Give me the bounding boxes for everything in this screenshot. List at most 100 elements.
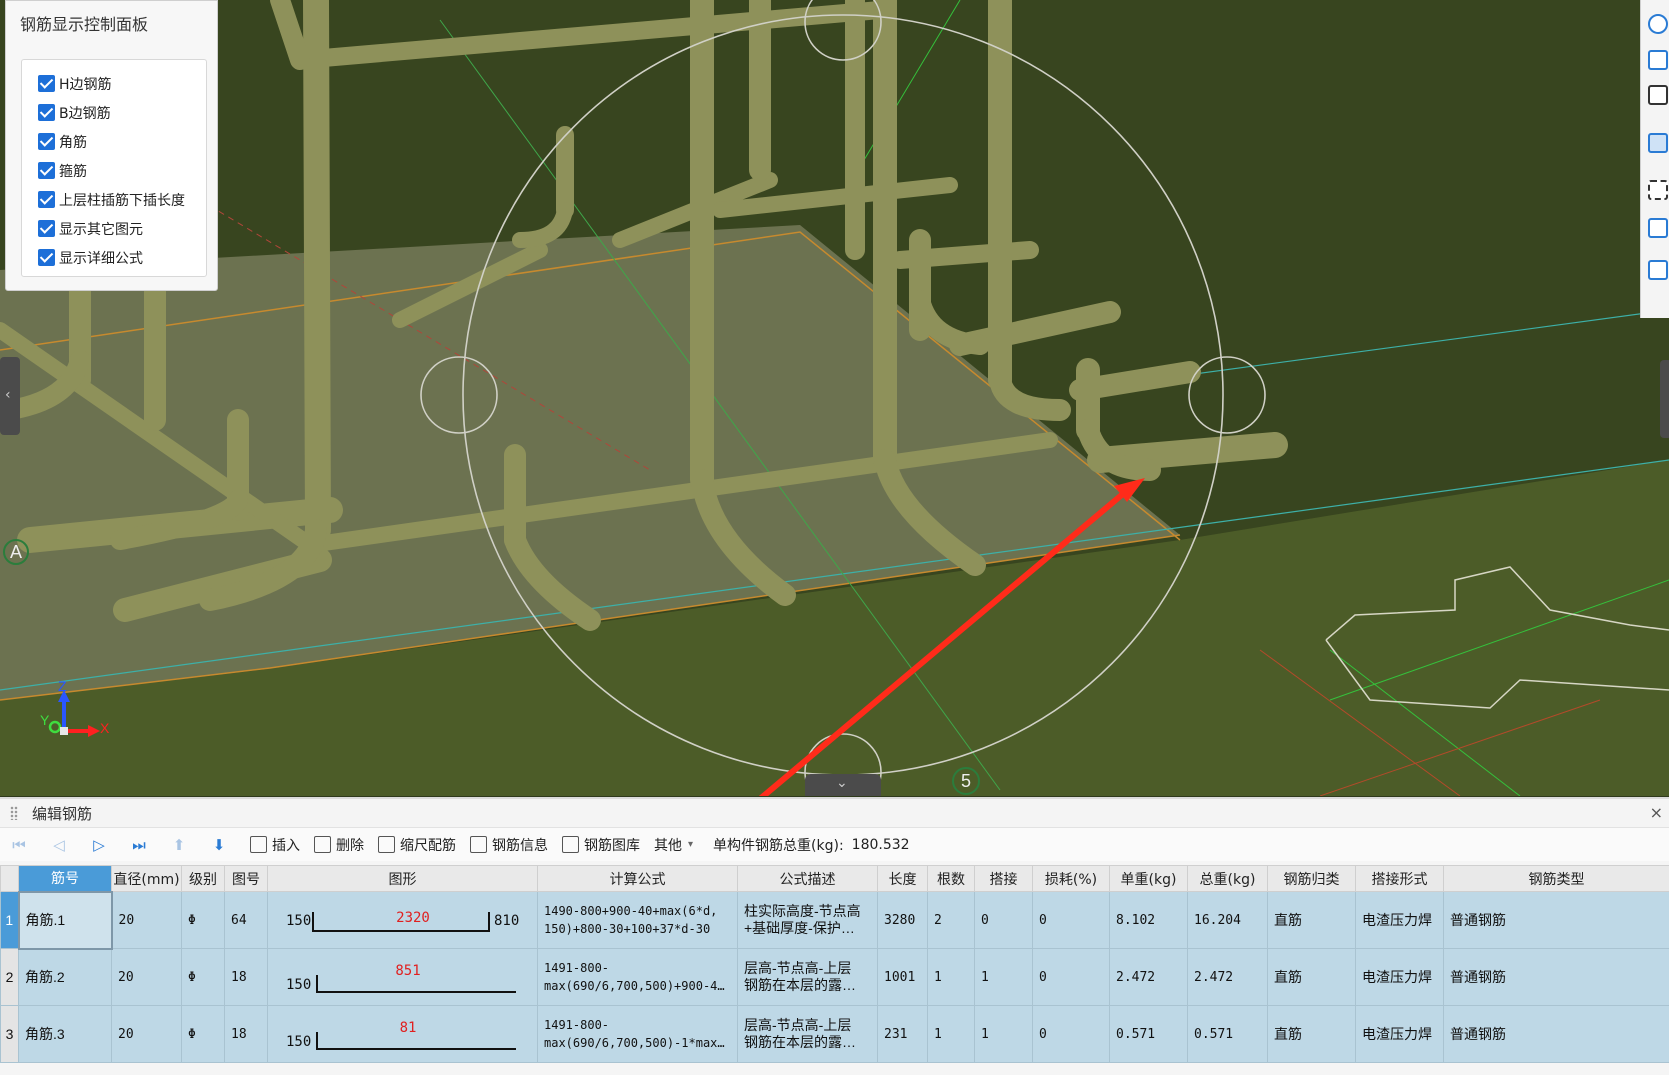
unit-weight-cell[interactable]: 0.571 xyxy=(1109,1005,1188,1063)
previous-record-icon[interactable]: ◁ xyxy=(50,836,68,854)
first-record-icon[interactable]: ⏮ xyxy=(10,836,28,854)
property-list-icon[interactable] xyxy=(1648,260,1668,280)
count-cell[interactable]: 1 xyxy=(927,1005,975,1063)
formula-description-cell[interactable]: 柱实际高度-节点高 +基础厚度-保护… xyxy=(737,891,878,949)
3d-viewport[interactable]: Z Y X A A 5 ‹ ⌄ 钢筋显示控制面板 H边钢筋 B边钢筋 角筋 箍筋… xyxy=(0,0,1669,796)
grade-cell[interactable]: Φ xyxy=(181,891,225,949)
formula-cell[interactable]: 1490-800+900-40+max(6*d, 150)+800-30+100+… xyxy=(537,891,738,949)
checkbox-checked-icon[interactable] xyxy=(38,75,55,92)
column-header[interactable]: 图形 xyxy=(267,865,538,892)
checkbox-checked-icon[interactable] xyxy=(38,133,55,150)
lap-type-cell[interactable]: 电渣压力焊 xyxy=(1355,891,1444,949)
move-up-icon[interactable]: ⬆ xyxy=(170,836,188,854)
lap-cell[interactable]: 1 xyxy=(974,1005,1033,1063)
other-dropdown[interactable]: 其他 ▾ xyxy=(654,835,693,855)
table-row[interactable]: 1 角筋.1 20 Φ 64 150 2320 810 1490-800+900… xyxy=(0,890,1669,950)
category-cell[interactable]: 直筋 xyxy=(1267,1005,1356,1063)
orbit-icon[interactable] xyxy=(1648,14,1668,34)
row-number[interactable]: 2 xyxy=(0,948,19,1006)
length-cell[interactable]: 231 xyxy=(877,1005,928,1063)
option-stirrup[interactable]: 箍筋 xyxy=(22,156,206,185)
column-header[interactable]: 钢筋归类 xyxy=(1267,865,1356,892)
close-icon[interactable]: × xyxy=(1650,803,1663,822)
lap-cell[interactable]: 1 xyxy=(974,948,1033,1006)
column-header[interactable]: 计算公式 xyxy=(537,865,738,892)
checkbox-checked-icon[interactable] xyxy=(38,104,55,121)
bar-name-cell[interactable]: 角筋.2 xyxy=(18,948,112,1006)
rebar-type-cell[interactable]: 普通钢筋 xyxy=(1443,948,1669,1006)
count-cell[interactable]: 2 xyxy=(927,891,975,949)
grade-cell[interactable]: Φ xyxy=(181,1005,225,1063)
scale-rebar-button[interactable]: 缩尺配筋 xyxy=(378,835,456,855)
select-frame-icon[interactable] xyxy=(1648,180,1668,200)
last-record-icon[interactable]: ⏭ xyxy=(130,836,148,854)
rebar-library-button[interactable]: 钢筋图库 xyxy=(562,835,640,855)
column-header[interactable]: 级别 xyxy=(181,865,225,892)
figure-number-cell[interactable]: 64 xyxy=(224,891,268,949)
bar-name-cell[interactable]: 角筋.3 xyxy=(18,1005,112,1063)
grade-cell[interactable]: Φ xyxy=(181,948,225,1006)
column-header[interactable]: 单重(kg) xyxy=(1109,865,1188,892)
rebar-type-cell[interactable]: 普通钢筋 xyxy=(1443,1005,1669,1063)
diameter-cell[interactable]: 20 xyxy=(111,948,182,1006)
2d-view-icon[interactable] xyxy=(1648,50,1668,70)
formula-description-cell[interactable]: 层高-节点高-上层 钢筋在本层的露… xyxy=(737,1005,878,1063)
rebar-info-button[interactable]: 钢筋信息 xyxy=(470,835,548,855)
lap-type-cell[interactable]: 电渣压力焊 xyxy=(1355,948,1444,1006)
checkbox-checked-icon[interactable] xyxy=(38,220,55,237)
right-collapse-tab[interactable] xyxy=(1660,360,1669,438)
shape-cell[interactable]: 150 851 xyxy=(267,948,538,1006)
cube-icon[interactable] xyxy=(1648,218,1668,238)
loss-cell[interactable]: 0 xyxy=(1032,891,1110,949)
checkbox-checked-icon[interactable] xyxy=(38,191,55,208)
figure-number-cell[interactable]: 18 xyxy=(224,948,268,1006)
move-down-icon[interactable]: ⬇ xyxy=(210,836,228,854)
category-cell[interactable]: 直筋 xyxy=(1267,948,1356,1006)
table-row[interactable]: 3 角筋.3 20 Φ 18 150 81 1491-800- max(690/6… xyxy=(0,1005,1669,1063)
diameter-cell[interactable]: 20 xyxy=(111,1005,182,1063)
column-header[interactable]: 搭接形式 xyxy=(1355,865,1444,892)
delete-button[interactable]: 删除 xyxy=(314,835,364,855)
column-header[interactable]: 公式描述 xyxy=(737,865,878,892)
diameter-cell[interactable]: 20 xyxy=(111,891,182,949)
column-header[interactable]: 根数 xyxy=(927,865,975,892)
category-cell[interactable]: 直筋 xyxy=(1267,891,1356,949)
option-b-side-rebar[interactable]: B边钢筋 xyxy=(22,98,206,127)
loss-cell[interactable]: 0 xyxy=(1032,1005,1110,1063)
column-header[interactable]: 搭接 xyxy=(974,865,1033,892)
row-number[interactable]: 3 xyxy=(0,1005,19,1063)
insert-button[interactable]: 插入 xyxy=(250,835,300,855)
length-cell[interactable]: 3280 xyxy=(877,891,928,949)
formula-cell[interactable]: 1491-800- max(690/6,700,500)+900-4… xyxy=(537,948,738,1006)
column-header[interactable]: 损耗(%) xyxy=(1032,865,1110,892)
total-weight-cell[interactable]: 0.571 xyxy=(1187,1005,1268,1063)
drag-handle-icon[interactable] xyxy=(10,806,18,820)
grid-axis-5[interactable]: 5 xyxy=(952,767,980,795)
shape-cell[interactable]: 150 81 xyxy=(267,1005,538,1063)
option-h-side-rebar[interactable]: H边钢筋 xyxy=(22,69,206,98)
solid-view-icon[interactable] xyxy=(1648,133,1668,153)
next-record-icon[interactable]: ▷ xyxy=(90,836,108,854)
figure-number-cell[interactable]: 18 xyxy=(224,1005,268,1063)
unit-weight-cell[interactable]: 2.472 xyxy=(1109,948,1188,1006)
checkbox-checked-icon[interactable] xyxy=(38,249,55,266)
column-header[interactable]: 直径(mm) xyxy=(111,865,182,892)
lap-cell[interactable]: 0 xyxy=(974,891,1033,949)
option-upper-column-dowel-length[interactable]: 上层柱插筋下插长度 xyxy=(22,185,206,214)
column-header[interactable]: 筋号 xyxy=(18,865,112,892)
shape-cell[interactable]: 150 2320 810 xyxy=(267,891,538,949)
option-show-other-elements[interactable]: 显示其它图元 xyxy=(22,214,206,243)
column-header[interactable]: 总重(kg) xyxy=(1187,865,1268,892)
3d-box-icon[interactable] xyxy=(1648,85,1668,105)
bottom-collapse-tab[interactable]: ⌄ xyxy=(805,774,881,796)
loss-cell[interactable]: 0 xyxy=(1032,948,1110,1006)
bar-name-cell[interactable]: 角筋.1 xyxy=(17,890,113,950)
grid-axis-a-left[interactable]: A xyxy=(3,539,29,565)
total-weight-cell[interactable]: 16.204 xyxy=(1187,891,1268,949)
rebar-3d-scene[interactable] xyxy=(0,0,1669,796)
formula-description-cell[interactable]: 层高-节点高-上层 钢筋在本层的露… xyxy=(737,948,878,1006)
rebar-type-cell[interactable]: 普通钢筋 xyxy=(1443,891,1669,949)
column-header[interactable]: 钢筋类型 xyxy=(1443,865,1669,892)
checkbox-checked-icon[interactable] xyxy=(38,162,55,179)
total-weight-cell[interactable]: 2.472 xyxy=(1187,948,1268,1006)
